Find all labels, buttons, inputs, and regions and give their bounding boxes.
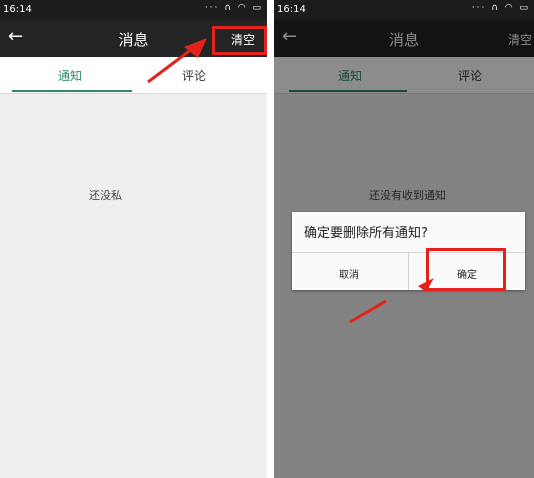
phone-screen-left: 16:14 ··· ∩ ◠ ▭ ← 消息 清空 通知 评论 还没私 — [0, 0, 267, 478]
empty-state-text: 还没私 — [89, 189, 122, 202]
annotation-arrow — [349, 278, 434, 324]
phone-screen-right: 16:14 ··· ∩ ◠ ▭ ← 消息 清空 通知 评论 还没有收到通知 确定… — [274, 0, 534, 478]
annotation-arrow — [147, 38, 207, 84]
